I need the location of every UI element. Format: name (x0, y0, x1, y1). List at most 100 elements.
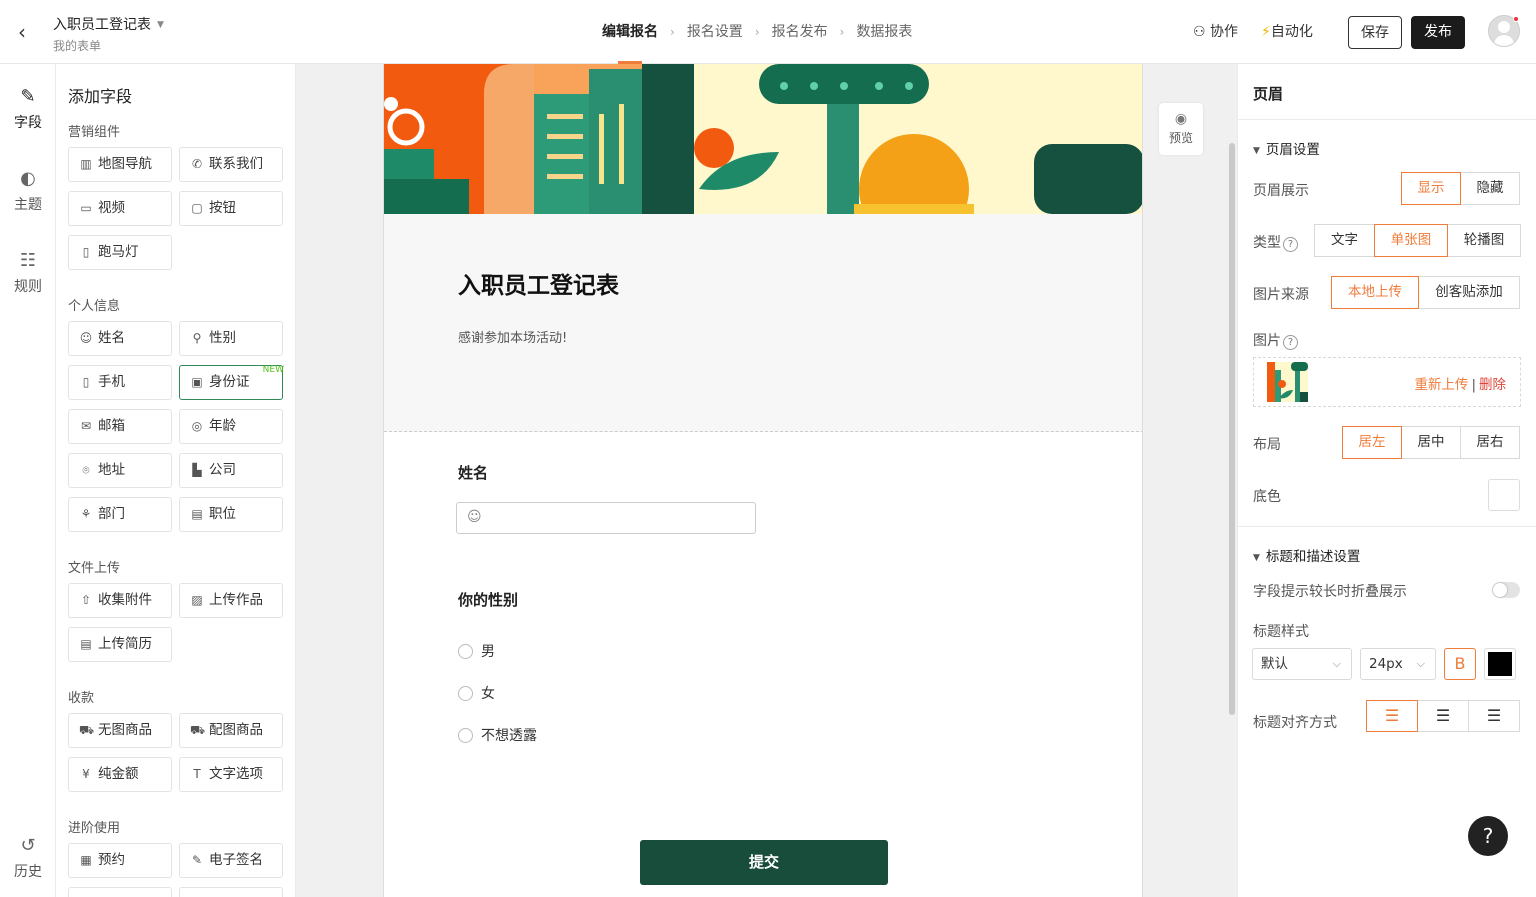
type-single-image-option[interactable]: 单张图 (1374, 224, 1448, 257)
collab-button[interactable]: ⚇ 协作 (1193, 16, 1238, 48)
field-attachment[interactable]: ⇧ 收集附件 (68, 583, 172, 618)
radio-option-undisclosed[interactable]: 不想透露 (458, 725, 537, 745)
step-publish[interactable]: 报名发布 (772, 0, 828, 64)
submit-button[interactable]: 提交 (640, 840, 888, 885)
type-label-text: 类型 (1253, 235, 1281, 251)
radio-option-female[interactable]: 女 (458, 683, 495, 703)
step-settings[interactable]: 报名设置 (687, 0, 743, 64)
yen-icon: ¥ (82, 767, 90, 781)
cart-image-icon: ⛟ (190, 723, 206, 737)
image-upload-box: 重新上传 | 删除 (1253, 357, 1521, 407)
field-product-with-image[interactable]: ⛟ 配图商品 (179, 713, 283, 748)
image-thumbnail (1267, 362, 1308, 402)
group-label: 进阶使用 (68, 821, 121, 836)
help-circle-icon[interactable]: ? (1283, 237, 1298, 252)
field-more[interactable] (68, 887, 172, 897)
divider (1238, 119, 1536, 120)
field-id-card[interactable]: ▣ 身份证 NEW (179, 365, 284, 400)
field-map-nav[interactable]: ▥ 地图导航 (68, 147, 172, 182)
field-address[interactable]: ⌾ 地址 (68, 453, 172, 488)
field-name[interactable]: ☺ 姓名 (68, 321, 172, 356)
save-button[interactable]: 保存 (1348, 16, 1402, 49)
publish-button[interactable]: 发布 (1411, 16, 1465, 49)
field-contact[interactable]: ✆ 联系我们 (179, 147, 283, 182)
field-position[interactable]: ▤ 职位 (179, 497, 283, 532)
canvas-scrollbar[interactable] (1229, 143, 1235, 715)
name-input[interactable]: ☺ (456, 502, 756, 534)
font-select[interactable]: 默认 ⌵ (1252, 648, 1352, 680)
rules-icon: ☷ (19, 250, 37, 271)
breadcrumb-my-forms[interactable]: 我的表单 (53, 37, 101, 54)
help-button[interactable]: ? (1468, 816, 1508, 856)
field-company[interactable]: ▙ 公司 (179, 453, 283, 488)
type-carousel-option[interactable]: 轮播图 (1447, 224, 1521, 257)
field-phone[interactable]: ▯ 手机 (68, 365, 172, 400)
form-title-dropdown[interactable]: 入职员工登记表 ▼ (53, 14, 164, 34)
marquee-icon: ▯ (82, 245, 90, 259)
field-age[interactable]: ◎ 年龄 (179, 409, 283, 444)
title-style-label: 标题样式 (1253, 624, 1309, 640)
layout-left-option[interactable]: 居左 (1342, 426, 1402, 459)
radio-circle[interactable] (458, 728, 473, 743)
layout-right-option[interactable]: 居右 (1460, 426, 1520, 459)
field-upload-work[interactable]: ▨ 上传作品 (179, 583, 283, 618)
reupload-link[interactable]: 重新上传 (1414, 377, 1468, 393)
type-text-option[interactable]: 文字 (1314, 224, 1375, 257)
title-color-swatch[interactable] (1484, 648, 1516, 680)
field-upload-resume[interactable]: ▤ 上传简历 (68, 627, 172, 662)
header-settings-section[interactable]: ▼ 页眉设置 (1253, 138, 1320, 158)
delete-link[interactable]: 删除 (1479, 377, 1506, 393)
field-marquee[interactable]: ▯ 跑马灯 (68, 235, 172, 270)
field-label: 邮箱 (98, 418, 125, 434)
field-department[interactable]: ⚘ 部门 (68, 497, 172, 532)
rail-label: 字段 (14, 115, 42, 131)
calendar-icon: ▦ (80, 853, 92, 867)
automation-button[interactable]: ⚡自动化 (1261, 16, 1313, 48)
source-local-option[interactable]: 本地上传 (1331, 276, 1419, 309)
group-label: 营销组件 (68, 125, 121, 140)
gender-icon: ⚲ (192, 331, 202, 345)
layout-center-option[interactable]: 居中 (1401, 426, 1461, 459)
help-circle-icon[interactable]: ? (1283, 335, 1298, 350)
field-button[interactable]: ▢ 按钮 (179, 191, 283, 226)
source-label: 图片来源 (1253, 287, 1309, 303)
align-center-button[interactable]: ☰ (1417, 700, 1469, 732)
section-title: 标题和描述设置 (1265, 549, 1361, 565)
radio-circle[interactable] (458, 686, 473, 701)
radio-circle[interactable] (458, 644, 473, 659)
display-show-option[interactable]: 显示 (1401, 172, 1461, 205)
title-desc-section[interactable]: ▼ 标题和描述设置 (1253, 545, 1360, 565)
field-text-option[interactable]: T 文字选项 (179, 757, 283, 792)
rail-item-fields[interactable]: ✎ 字段 (0, 86, 56, 132)
source-chuangkit-option[interactable]: 创客贴添加 (1418, 276, 1520, 309)
step-edit[interactable]: 编辑报名 (602, 0, 658, 64)
field-email[interactable]: ✉ 邮箱 (68, 409, 172, 444)
field-gender[interactable]: ⚲ 性别 (179, 321, 283, 356)
new-badge: NEW (262, 365, 284, 375)
fold-toggle[interactable] (1492, 582, 1520, 598)
header-banner-image[interactable] (384, 64, 1142, 214)
field-product-no-image[interactable]: ⛟ 无图商品 (68, 713, 172, 748)
button-icon: ▢ (191, 201, 203, 215)
form-header[interactable]: 入职员工登记表 感谢参加本场活动! (384, 214, 1142, 432)
rail-item-history[interactable]: ↺ 历史 (0, 835, 56, 881)
field-appointment[interactable]: ▦ 预约 (68, 843, 172, 878)
rail-item-rules[interactable]: ☷ 规则 (0, 250, 56, 296)
align-left-button[interactable]: ☰ (1366, 700, 1418, 732)
radio-option-male[interactable]: 男 (458, 641, 495, 661)
field-video[interactable]: ▭ 视频 (68, 191, 172, 226)
type-selector: 文字 单张图 轮播图 (1314, 224, 1521, 257)
field-more[interactable] (179, 887, 283, 897)
align-right-button[interactable]: ☰ (1468, 700, 1520, 732)
display-hide-option[interactable]: 隐藏 (1460, 172, 1520, 205)
bg-color-swatch[interactable] (1488, 479, 1520, 511)
back-arrow-icon[interactable]: ‹ (18, 22, 38, 42)
field-amount[interactable]: ¥ 纯金额 (68, 757, 172, 792)
field-signature[interactable]: ✎ 电子签名 (179, 843, 283, 878)
bold-toggle-button[interactable]: B (1444, 648, 1476, 680)
font-size-select[interactable]: 24px ⌵ (1360, 648, 1436, 680)
rail-item-theme[interactable]: ◐ 主题 (0, 168, 56, 214)
step-report[interactable]: 数据报表 (856, 0, 912, 64)
preview-button[interactable]: ◉ 预览 (1159, 103, 1203, 155)
field-label: 配图商品 (209, 722, 263, 738)
